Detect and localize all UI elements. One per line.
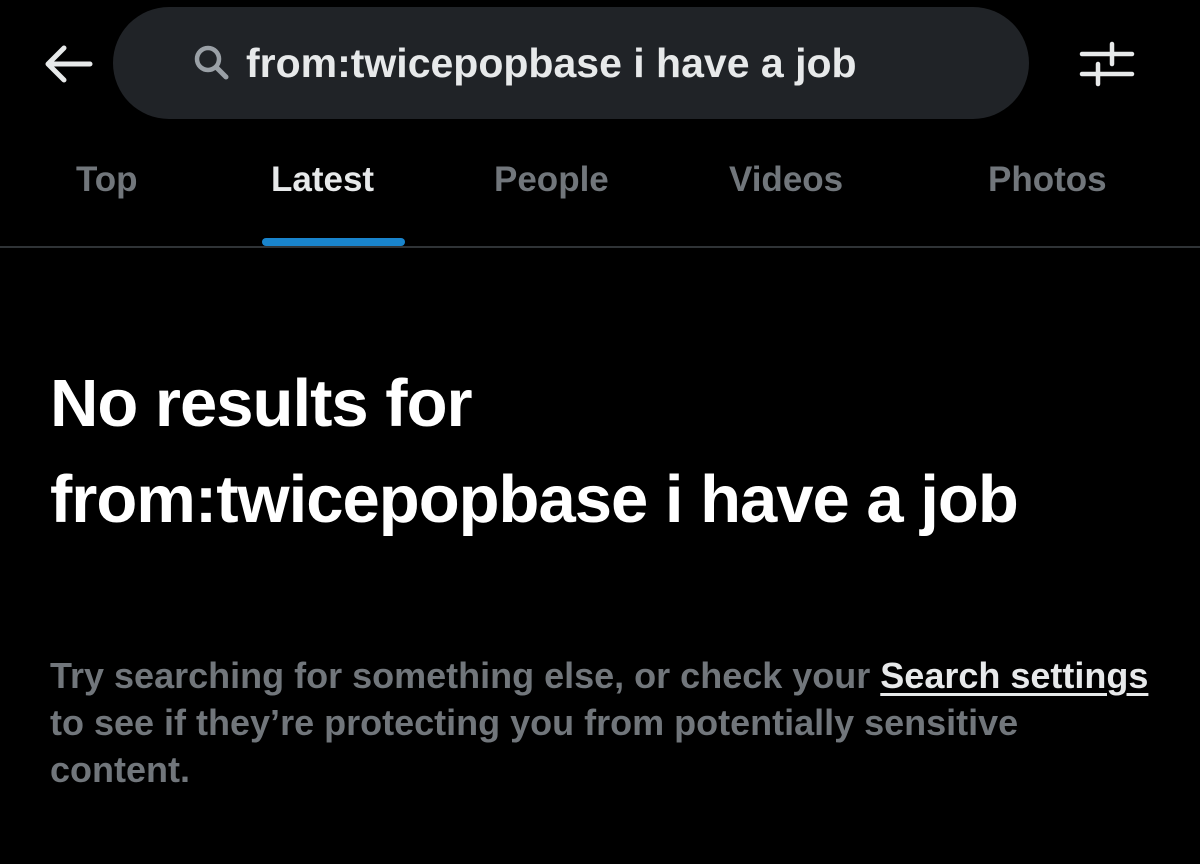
tab-videos[interactable]: Videos [729,160,843,220]
sliders-icon [1079,41,1135,87]
active-tab-indicator [262,238,405,246]
arrow-left-icon [45,45,93,83]
tab-top[interactable]: Top [76,160,138,220]
empty-state-message: Try searching for something else, or che… [50,652,1160,793]
tabs-divider [0,246,1200,248]
back-button[interactable] [38,38,96,90]
search-filters-button[interactable] [1074,38,1140,90]
tab-latest[interactable]: Latest [271,160,374,220]
search-settings-link[interactable]: Search settings [880,655,1148,696]
tab-photos[interactable]: Photos [988,160,1107,220]
empty-state-text-before-link: Try searching for something else, or che… [50,655,881,696]
empty-state-text-after-link: to see if they’re protecting you from po… [50,702,1019,790]
tab-people[interactable]: People [494,160,609,220]
empty-state-title: No results for from:twicepopbase i have a… [50,356,1150,548]
search-tabs: Top Latest People Videos Photos [0,130,1200,246]
search-icon [194,45,229,80]
search-header [0,0,1200,130]
empty-state-title-prefix: No results for [50,366,473,441]
search-input[interactable] [246,30,1006,96]
empty-state-query: from:twicepopbase i have a job [50,462,1019,537]
